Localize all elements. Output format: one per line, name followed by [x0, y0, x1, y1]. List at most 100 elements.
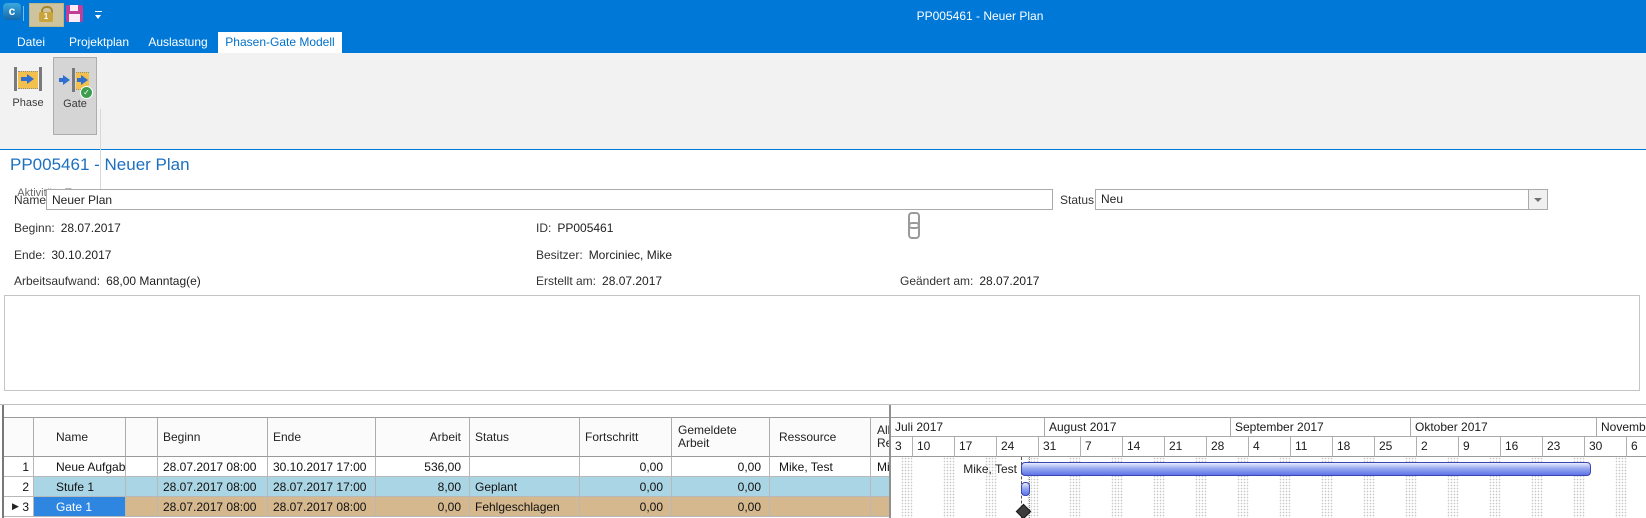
grid-cell-beginn-row3[interactable]: 28.07.2017 08:00 — [158, 497, 268, 517]
app-window: c 1 PP005461 - Neuer Plan Datei Projektp… — [0, 0, 1646, 518]
id-field: ID:PP005461 — [536, 221, 613, 235]
grid-top-divider — [0, 404, 1646, 405]
lock-badge: 1 — [39, 12, 53, 22]
ribbon: Phase ✓ Gate Aktivitäts-Typ — [0, 53, 1646, 150]
grid-cell-arbeit-row3[interactable]: 0,00 — [376, 497, 470, 517]
description-textarea[interactable] — [4, 295, 1640, 391]
grid-cell-ressource-row2[interactable] — [770, 477, 871, 497]
grid-cell-gemeldete-row3[interactable]: 0,00 — [672, 497, 770, 517]
beginn-field: Beginn:28.07.2017 — [14, 221, 121, 235]
grid-cell-arbeit-row1[interactable]: 536,00 — [376, 457, 470, 477]
grid-cell-icon-row1[interactable] — [126, 457, 158, 477]
save-button[interactable] — [66, 5, 83, 22]
geaendert-am-value: 28.07.2017 — [979, 274, 1039, 288]
gantt-week-cell: 31 — [1039, 437, 1081, 457]
tab-projektplan[interactable]: Projektplan — [58, 32, 140, 53]
grid-cell-gemeldete-row2[interactable]: 0,00 — [672, 477, 770, 497]
column-header-alle[interactable]: Alle Re — [871, 417, 891, 457]
status-dropdown[interactable]: Neu — [1095, 189, 1548, 210]
app-logo-icon[interactable]: c — [3, 3, 21, 20]
column-header-status[interactable]: Status — [470, 417, 580, 457]
gantt-week-cell: 2 — [1417, 437, 1459, 457]
column-header-arbeit[interactable]: Arbeit — [376, 417, 470, 457]
grid-cell-name-row2[interactable]: Stufe 1 — [34, 477, 126, 497]
column-header-beginn[interactable]: Beginn — [158, 417, 268, 457]
attachment-link-icon[interactable] — [906, 212, 918, 238]
grid-cell-icon-row3[interactable] — [126, 497, 158, 517]
column-header-icon[interactable] — [126, 417, 158, 457]
grid-cell-num-row1[interactable]: 1 — [4, 457, 34, 477]
gantt-week-cell: 24 — [997, 437, 1039, 457]
grid-cell-ende-row1[interactable]: 30.10.2017 17:00 — [268, 457, 376, 477]
grid-cell-alle-row1[interactable]: Mike, Test — [871, 457, 891, 477]
gantt-week-cell: 30 — [1585, 437, 1627, 457]
qat-separator — [23, 6, 24, 21]
grid-cell-ende-row3[interactable]: 28.07.2017 08:00 — [268, 497, 376, 517]
row-indicator-icon: ▶ — [12, 501, 19, 512]
grid-cell-fortschritt-row3[interactable]: 0,00 — [580, 497, 672, 517]
window-titlebar: c 1 PP005461 - Neuer Plan — [0, 0, 1646, 32]
grid-cell-ressource-row1[interactable]: Mike, Test — [770, 457, 871, 477]
grid-cell-beginn-row2[interactable]: 28.07.2017 08:00 — [158, 477, 268, 497]
besitzer-field: Besitzer:Morciniec, Mike — [536, 248, 672, 262]
erstellt-am-label: Erstellt am: — [536, 274, 596, 288]
grid-cell-status-row3[interactable]: Fehlgeschlagen — [470, 497, 580, 517]
page-title: PP005461 - Neuer Plan — [10, 155, 190, 175]
grid-cell-num-row3[interactable]: 3▶ — [4, 497, 34, 517]
gate-icon: ✓ — [59, 64, 91, 96]
grid-cell-fortschritt-row1[interactable]: 0,00 — [580, 457, 672, 477]
gantt-week-cell: 7 — [1081, 437, 1123, 457]
name-input[interactable] — [46, 189, 1053, 210]
grid-cell-ende-row2[interactable]: 28.07.2017 17:00 — [268, 477, 376, 497]
grid-cell-beginn-row1[interactable]: 28.07.2017 08:00 — [158, 457, 268, 477]
grid-cell-alle-row3[interactable] — [871, 497, 891, 517]
gantt-week-cell: 21 — [1165, 437, 1207, 457]
tab-datei[interactable]: Datei — [8, 32, 54, 53]
ribbon-tab-row: Datei Projektplan Auslastung Phasen-Gate… — [0, 32, 1646, 53]
gantt-bar-stufe-1[interactable] — [1021, 482, 1030, 496]
column-header-gemeldete[interactable]: Gemeldete Arbeit — [672, 417, 770, 457]
besitzer-label: Besitzer: — [536, 248, 583, 262]
grid-cell-num-row2[interactable]: 2 — [4, 477, 34, 497]
qat-customize-button[interactable] — [94, 11, 103, 21]
grid-cell-arbeit-row2[interactable]: 8,00 — [376, 477, 470, 497]
column-header-ende[interactable]: Ende — [268, 417, 376, 457]
gate-button-label: Gate — [54, 98, 96, 110]
grid-cell-ressource-row3[interactable] — [770, 497, 871, 517]
grid-cell-fortschritt-row2[interactable]: 0,00 — [580, 477, 672, 497]
gantt-week-cell: 25 — [1375, 437, 1417, 457]
gantt-week-cell: 28 — [1207, 437, 1249, 457]
tab-auslastung[interactable]: Auslastung — [142, 32, 214, 53]
phase-button[interactable]: Phase — [7, 57, 49, 133]
grid-cell-name-row1[interactable]: Neue Aufgabe — [34, 457, 126, 477]
name-label: Name — [14, 193, 46, 207]
gantt-chart-area: Mike, Test — [891, 457, 1646, 518]
grid-cell-icon-row2[interactable] — [126, 477, 158, 497]
erstellt-am-field: Erstellt am: 28.07.2017 — [536, 274, 662, 288]
grid-cell-gemeldete-row1[interactable]: 0,00 — [672, 457, 770, 477]
arbeitsaufwand-field: Arbeitsaufwand:68,00 Manntag(e) — [14, 274, 201, 288]
column-header-num[interactable] — [4, 417, 34, 457]
column-header-name[interactable]: Name — [34, 417, 126, 457]
gantt-month-cell: November 2017 — [1597, 417, 1646, 437]
phase-button-label: Phase — [7, 97, 49, 109]
gantt-week-cell: 11 — [1291, 437, 1333, 457]
arbeitsaufwand-value: 68,00 Manntag(e) — [106, 274, 201, 288]
tab-phasen-gate-modell[interactable]: Phasen-Gate Modell — [218, 32, 342, 53]
erstellt-am-value: 28.07.2017 — [602, 274, 662, 288]
grid-cell-status-row2[interactable]: Geplant — [470, 477, 580, 497]
save-icon — [70, 5, 78, 11]
grid-cell-name-row3[interactable]: Gate 1 — [34, 497, 126, 517]
check-icon: ✓ — [80, 86, 93, 99]
dropdown-button[interactable] — [1528, 190, 1547, 209]
lock-button[interactable]: 1 — [29, 3, 64, 27]
window-title: PP005461 - Neuer Plan — [850, 9, 1110, 23]
column-header-ressource[interactable]: Ressource — [770, 417, 871, 457]
column-header-fortschritt[interactable]: Fortschritt — [580, 417, 672, 457]
grid-cell-alle-row2[interactable] — [871, 477, 891, 497]
gantt-week-cell: 23 — [1543, 437, 1585, 457]
id-label: ID: — [536, 221, 551, 235]
gate-button[interactable]: ✓ Gate — [53, 57, 97, 135]
gantt-bar-neue-aufgabe[interactable] — [1021, 462, 1591, 476]
grid-cell-status-row1[interactable] — [470, 457, 580, 477]
